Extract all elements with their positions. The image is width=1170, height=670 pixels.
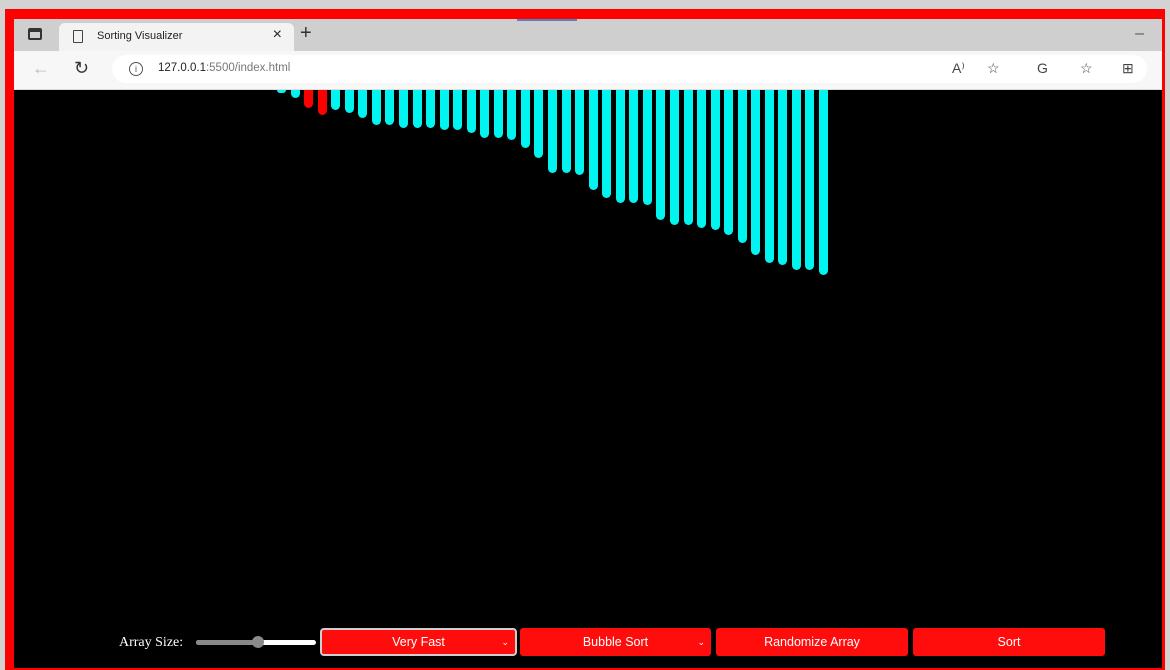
speed-select-value: Very Fast [392,635,445,649]
algorithm-select-value: Bubble Sort [582,635,649,649]
favorites-icon[interactable]: ☆ [1080,60,1093,77]
url-path: :5500/index.html [205,62,291,74]
sort-button[interactable]: Sort [913,628,1105,656]
tab-sorting-visualizer[interactable]: Sorting Visualizer × [59,23,294,51]
randomize-array-button[interactable]: Randomize Array [716,628,908,656]
array-bar [548,90,557,173]
array-bar [426,90,436,128]
array-bar [439,90,449,130]
array-bar [683,90,693,225]
array-bar [344,90,354,113]
array-bar [385,90,395,125]
speed-select[interactable]: Very Fast ⌄ [320,628,517,656]
visualizer-stage: Array Size: Very Fast ⌄ Bubble Sort ⌄ Ra… [14,90,1162,668]
array-bar [507,90,517,140]
array-bar [398,90,408,128]
array-bar [737,90,747,243]
algorithm-select[interactable]: Bubble Sort ⌄ [520,628,711,656]
extension-icon[interactable]: G [1037,60,1048,76]
array-bar [534,90,544,158]
array-bar [751,90,761,255]
array-bar [480,90,490,138]
url-host: 127.0.0.1 [158,62,206,74]
array-bar [453,90,463,130]
array-bar [358,90,368,118]
array-bar [778,90,788,265]
back-icon[interactable]: ← [32,59,50,77]
array-bar [575,90,585,175]
array-bar [669,90,679,225]
array-bar [493,90,503,138]
new-tab-icon[interactable]: + [300,22,312,44]
array-bar [615,90,625,203]
page-icon [73,30,83,43]
array-bar [588,90,598,190]
controls-bar: Array Size: Very Fast ⌄ Bubble Sort ⌄ Ra… [14,626,1162,658]
array-bar [819,90,828,275]
chevron-down-icon: ⌄ [697,637,705,647]
array-bar [290,90,300,98]
array-bar [724,90,734,235]
window-menu-icon[interactable] [28,28,42,40]
array-bar [697,90,707,228]
array-bar [710,90,720,230]
info-icon[interactable]: i [129,62,143,76]
reload-icon[interactable]: ↻ [74,59,89,77]
array-bar [331,90,341,110]
array-bar [805,90,815,270]
array-bar [520,90,530,148]
tab-title: Sorting Visualizer [97,30,183,42]
array-size-label: Array Size: [119,635,184,650]
collections-icon[interactable]: ⊞ [1122,60,1134,77]
array-bar [304,90,314,108]
array-bar [602,90,612,198]
array-bar [656,90,666,220]
array-bar [791,90,801,270]
array-bar [317,90,327,115]
tab-bar: Sorting Visualizer × + – [14,19,1162,51]
array-size-slider[interactable] [196,636,316,648]
url-field[interactable]: i 127.0.0.1:5500/index.html A⁾ ☆ G ☆ ⊞ [112,55,1147,83]
slider-thumb[interactable] [252,636,265,648]
array-bar [642,90,652,205]
array-bar [277,90,286,93]
array-bar [561,90,571,173]
array-bar [466,90,476,133]
tab-close-icon[interactable]: × [273,27,282,43]
bar-container [14,90,1162,650]
slider-fill [196,640,259,645]
favorite-add-icon[interactable]: ☆ [987,60,1000,77]
read-aloud-icon[interactable]: A⁾ [952,60,965,77]
array-bar [371,90,381,125]
array-bar [629,90,639,203]
url-text: 127.0.0.1:5500/index.html [158,62,290,74]
address-bar: ← ↻ i 127.0.0.1:5500/index.html A⁾ ☆ G ☆… [14,51,1162,90]
array-bar [412,90,422,128]
minimize-icon[interactable]: – [1135,25,1144,43]
browser-window: Sorting Visualizer × + – ← ↻ i 127.0.0.1… [14,19,1162,668]
chevron-down-icon: ⌄ [501,637,509,647]
array-bar [764,90,774,263]
tab-accent [517,19,577,21]
